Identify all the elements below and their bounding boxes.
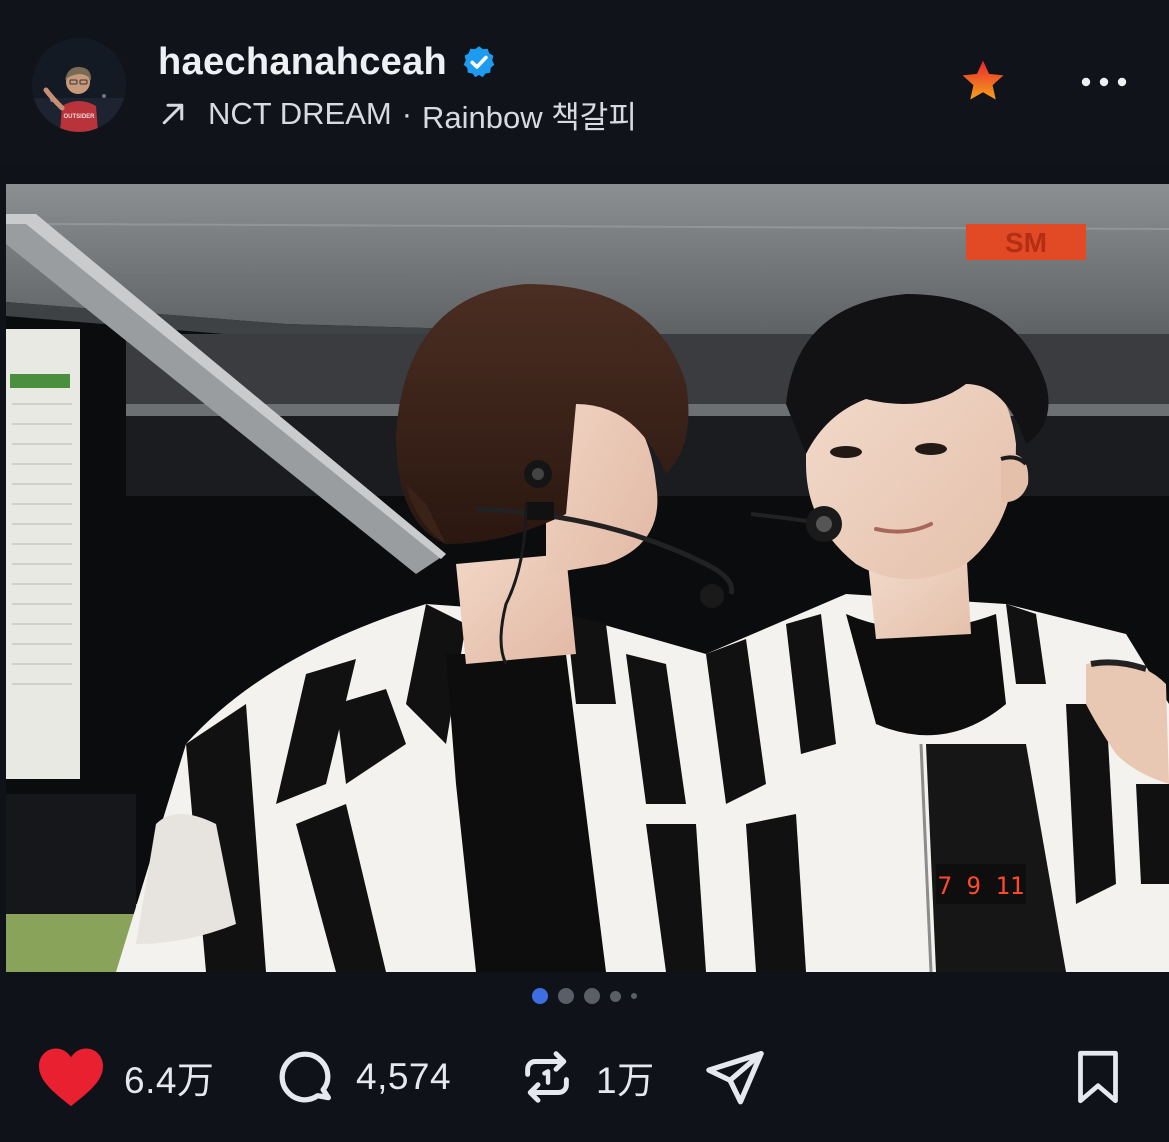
pagination-dot-1[interactable]: [532, 988, 548, 1004]
music-separator: ·: [401, 96, 413, 131]
bookmark-button[interactable]: [1068, 1040, 1128, 1114]
avatar-image: OUTSIDER: [32, 38, 126, 132]
pagination-dot-4[interactable]: [610, 990, 621, 1002]
avatar-shirt-text: OUTSIDER: [63, 114, 95, 120]
avatar[interactable]: OUTSIDER: [32, 38, 126, 132]
verified-badge-icon: [463, 46, 495, 78]
pagination-dot-5[interactable]: [631, 993, 637, 999]
photo-digit-display: 7 9 11: [938, 872, 1025, 900]
pagination-dot-3[interactable]: [584, 988, 600, 1004]
heart-icon: [39, 1048, 103, 1107]
music-artist: NCT DREAM: [208, 96, 392, 131]
share-button[interactable]: [700, 1040, 770, 1114]
like-count: 6.4万: [124, 1060, 215, 1101]
music-title: Rainbow 책갈피: [422, 99, 637, 135]
more-options-icon[interactable]: [1078, 72, 1130, 92]
username-row: haechanahceah: [158, 40, 497, 84]
photo-sm-label: SM: [1005, 227, 1047, 258]
post-header: OUTSIDER haechanahceah NCT DREAM · Rainb…: [0, 0, 1169, 162]
photo-illustration: SM 7 9 11: [6, 184, 1169, 972]
comment-button[interactable]: 4,574: [272, 1040, 451, 1114]
bookmark-icon: [1078, 1050, 1118, 1104]
post-view: OUTSIDER haechanahceah NCT DREAM · Rainb…: [0, 0, 1169, 1142]
star-icon[interactable]: [958, 56, 1008, 106]
post-photo[interactable]: SM 7 9 11: [6, 184, 1169, 972]
username[interactable]: haechanahceah: [158, 41, 447, 84]
music-tag[interactable]: NCT DREAM · Rainbow 책갈피: [158, 92, 637, 136]
repost-icon: [525, 1051, 569, 1103]
arrow-up-right-icon: [162, 103, 184, 125]
comment-icon: [279, 1051, 331, 1103]
like-button[interactable]: 6.4万: [36, 1040, 214, 1114]
pagination-dot-2[interactable]: [558, 988, 574, 1004]
repost-button[interactable]: 1万: [516, 1040, 655, 1114]
action-bar: 6.4万 4,574 1万: [0, 1040, 1169, 1114]
comment-count: 4,574: [356, 1056, 452, 1097]
carousel-pagination: [0, 985, 1169, 1007]
send-icon: [706, 1051, 764, 1105]
repost-count: 1万: [596, 1060, 655, 1101]
